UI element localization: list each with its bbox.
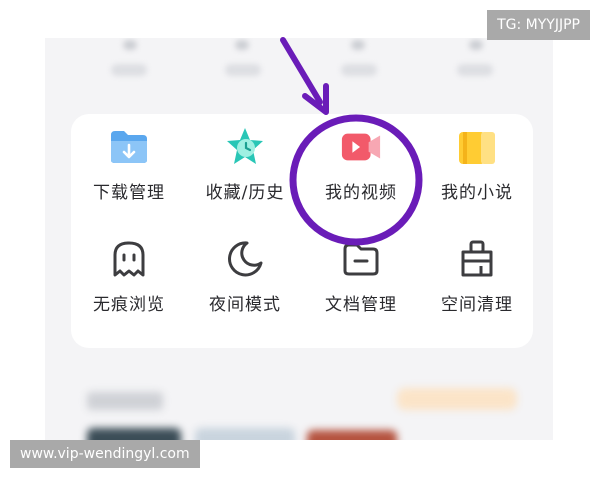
bottom-content-blurred	[45, 368, 553, 440]
menu-item-incognito[interactable]: 无痕浏览	[71, 226, 187, 326]
menu-item-download[interactable]: 下载管理	[71, 114, 187, 214]
top-row-blurred	[45, 38, 553, 108]
star-clock-icon	[224, 126, 266, 168]
app-screen: 下载管理 收藏/历史 我的视频 我的小说 无痕浏览 夜间模式 文档管理 空间清理	[45, 38, 553, 440]
menu-item-label: 夜间模式	[209, 295, 281, 315]
menu-item-storage-cleanup[interactable]: 空间清理	[419, 226, 535, 326]
menu-item-label: 无痕浏览	[93, 295, 165, 315]
ghost-icon	[108, 238, 150, 280]
video-camera-icon	[340, 126, 382, 168]
watermark-telegram: TG: MYYJJPP	[487, 10, 590, 40]
tools-card: 下载管理 收藏/历史 我的视频 我的小说 无痕浏览 夜间模式 文档管理 空间清理	[71, 114, 533, 348]
menu-item-favorites-history[interactable]: 收藏/历史	[187, 114, 303, 214]
menu-item-label: 下载管理	[93, 183, 165, 203]
menu-item-label: 收藏/历史	[205, 183, 285, 203]
menu-item-label: 我的小说	[441, 183, 513, 203]
broom-icon	[456, 238, 498, 280]
menu-item-label: 文档管理	[325, 295, 397, 315]
menu-item-my-novels[interactable]: 我的小说	[419, 114, 535, 214]
menu-item-documents[interactable]: 文档管理	[303, 226, 419, 326]
menu-item-my-videos[interactable]: 我的视频	[303, 114, 419, 214]
menu-item-label: 空间清理	[441, 295, 513, 315]
book-icon	[456, 126, 498, 168]
menu-item-night-mode[interactable]: 夜间模式	[187, 226, 303, 326]
watermark-url: www.vip-wendingyl.com	[10, 440, 200, 468]
menu-item-label: 我的视频	[325, 183, 397, 203]
moon-icon	[224, 238, 266, 280]
download-folder-icon	[108, 126, 150, 168]
folder-icon	[340, 238, 382, 280]
